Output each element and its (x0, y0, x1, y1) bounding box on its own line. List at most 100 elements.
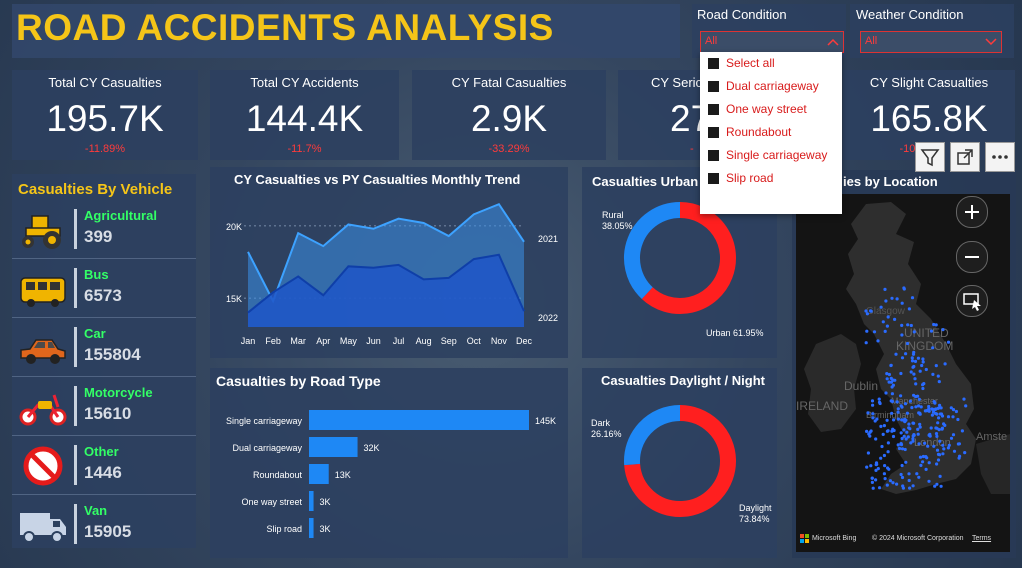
weather-condition-select[interactable]: All (860, 31, 1002, 53)
checkbox[interactable] (708, 58, 719, 69)
map-dot (943, 362, 947, 366)
map-dot (912, 330, 916, 334)
map-dot (899, 472, 903, 477)
more-options-button[interactable] (985, 142, 1015, 172)
map-dot (870, 399, 875, 403)
kpi-card-total-casualties[interactable]: Total CY Casualties 195.7K -11.89% (12, 70, 198, 160)
map-dot (912, 433, 916, 437)
road-condition-dropdown[interactable]: Select all Dual carriageway One way stre… (700, 52, 842, 214)
x-tick-label: Sep (441, 336, 457, 346)
map-dot (899, 371, 903, 376)
van-icon (20, 513, 66, 543)
map-dot (891, 378, 895, 382)
zoom-out-button[interactable] (956, 241, 988, 273)
map-dot (895, 482, 899, 486)
map-dot (889, 363, 893, 368)
map-dot (917, 397, 921, 401)
focus-mode-button[interactable] (950, 142, 980, 172)
map-dot (902, 287, 906, 291)
kpi-card-fatal-casualties[interactable]: CY Fatal Casualties 2.9K -33.29% (412, 70, 606, 160)
map-dot (891, 481, 895, 485)
checkbox[interactable] (708, 173, 719, 184)
map-dot (922, 382, 926, 386)
dropdown-item-label: Roundabout (726, 125, 792, 139)
kpi-value: 165.8K (870, 98, 988, 139)
map-dot (884, 391, 888, 395)
monthly-trend-panel[interactable]: CY Casualties vs PY Casualties Monthly T… (210, 167, 568, 358)
vehicle-row-agricultural[interactable]: Agricultural 399 (12, 202, 196, 259)
map-dot (902, 428, 906, 432)
map-dot (891, 434, 896, 439)
map-dot (904, 460, 908, 464)
bar-category-label: Roundabout (253, 470, 303, 480)
map-terms-link[interactable]: Terms (972, 535, 991, 542)
plus-icon (965, 205, 979, 219)
checkbox[interactable] (708, 150, 719, 161)
map-dot (917, 442, 921, 446)
map-dot (924, 367, 928, 372)
daylight-night-panel[interactable]: Casualties Daylight / Night Daylight 73.8… (582, 368, 777, 558)
x-tick-label: Nov (491, 336, 508, 346)
map-attribution: Microsoft Bing (812, 535, 857, 542)
map-dot (867, 432, 871, 436)
map-dot (940, 427, 944, 431)
vehicle-row-car[interactable]: Car 155804 (12, 320, 196, 377)
map-dot (916, 427, 920, 431)
map-dot (879, 424, 883, 428)
map-dot (883, 477, 887, 481)
kpi-card-total-accidents[interactable]: Total CY Accidents 144.4K -11.7% (210, 70, 399, 160)
filter-icon (920, 149, 940, 167)
map-label: IRELAND (796, 399, 848, 413)
map-dot (901, 486, 905, 490)
map-dot (879, 305, 883, 309)
map-dot (900, 301, 904, 305)
vehicle-row-van[interactable]: Van 15905 (12, 497, 196, 553)
map-dot (937, 428, 941, 432)
bar-data-label: 32K (364, 443, 380, 453)
map-dot (921, 357, 925, 361)
map-dot (912, 421, 916, 425)
zoom-in-button[interactable] (956, 196, 988, 228)
location-map-panel[interactable]: ies by Location Glasgow UNITED KINGDOM D… (792, 170, 1016, 558)
filter-button[interactable] (915, 142, 945, 172)
map-dot (871, 416, 875, 420)
donut-slice (624, 202, 681, 299)
map-dot (904, 437, 908, 441)
map-dot (881, 432, 885, 436)
vehicle-panel-title: Casualties By Vehicle (18, 181, 173, 198)
divider (74, 445, 77, 485)
bar-category-label: Slip road (266, 524, 302, 534)
map-dot (899, 431, 903, 435)
map-select-button[interactable] (956, 285, 988, 317)
x-tick-label: Jun (366, 336, 381, 346)
map-dot (918, 412, 922, 416)
map-dot (911, 365, 915, 369)
map-dot (913, 359, 918, 363)
kpi-change: -11.89% (84, 143, 126, 155)
vehicle-row-motorcycle[interactable]: Motorcycle 15610 (12, 379, 196, 436)
kpi-label: Total CY Casualties (48, 75, 162, 90)
checkbox[interactable] (708, 104, 719, 115)
vehicle-row-other[interactable]: Other 1446 (12, 438, 196, 495)
kpi-card-serious-casualties[interactable]: CY Seric 27 - (618, 70, 711, 160)
map-dot (921, 454, 925, 459)
map-dot (954, 409, 958, 414)
vehicle-row-bus[interactable]: Bus 6573 (12, 261, 196, 318)
map-label: UNITED (904, 326, 949, 340)
map-dot (917, 475, 921, 479)
map-dot (937, 416, 941, 420)
road-condition-select[interactable]: All (700, 31, 844, 53)
road-type-panel[interactable]: Casualties by Road Type Single carriagew… (210, 368, 568, 558)
map-dot (962, 397, 966, 401)
map-dot (958, 454, 962, 458)
vehicle-name: Other (84, 444, 119, 459)
map-dot (935, 434, 939, 438)
road-type-bar-chart: Single carriageway 145K Dual carriageway 32… (226, 410, 556, 538)
checkbox[interactable] (708, 81, 719, 92)
map-dot (939, 484, 943, 488)
checkbox[interactable] (708, 127, 719, 138)
map-dot (934, 432, 939, 436)
map-dot (951, 415, 955, 419)
map-dot (907, 307, 911, 311)
map-dot (892, 418, 896, 422)
